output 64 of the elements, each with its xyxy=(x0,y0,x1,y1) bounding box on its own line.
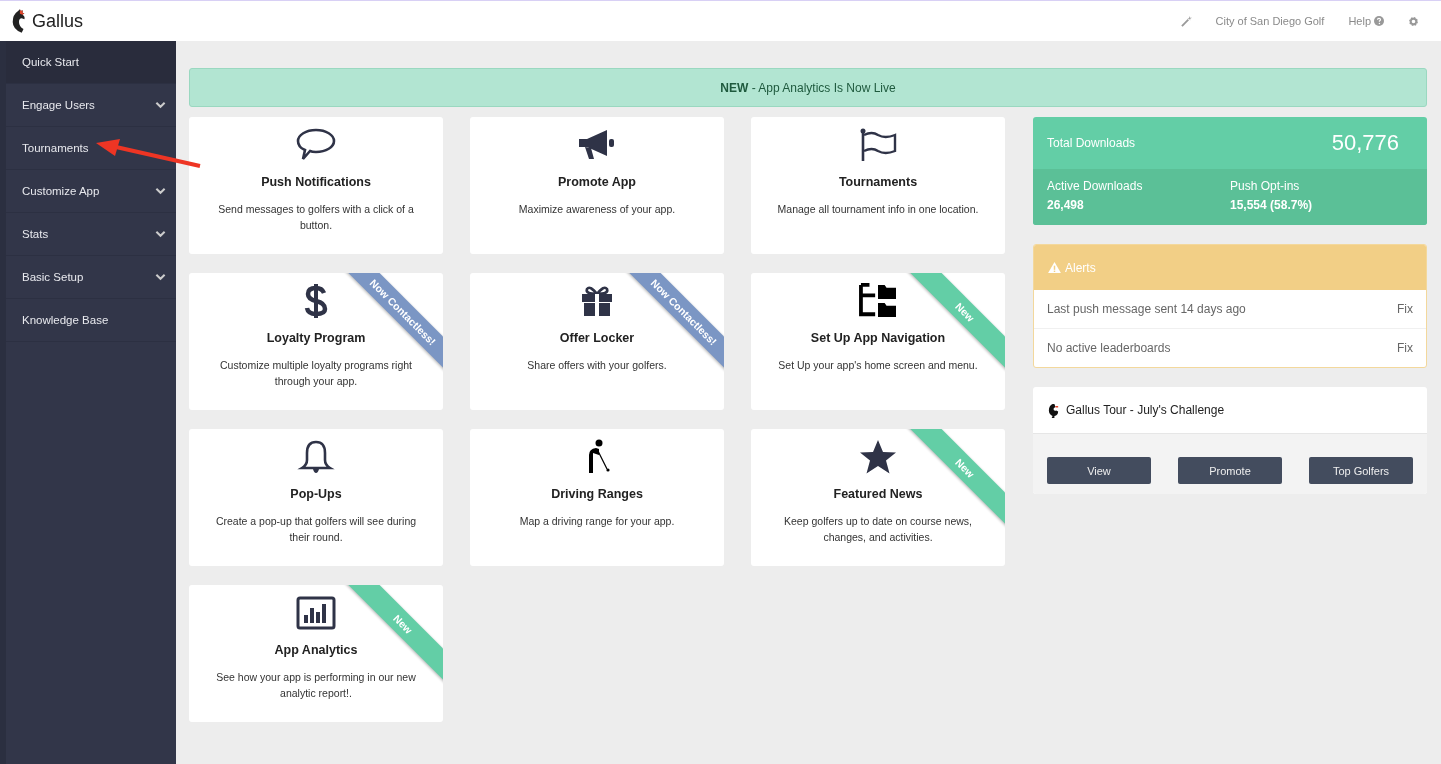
feature-card[interactable]: Push Notifications Send messages to golfers with a click of a button. xyxy=(189,117,443,254)
card-description: Keep golfers up to date on course news, changes, and activities. xyxy=(783,514,973,545)
chevron-down-icon xyxy=(155,230,166,238)
feature-card[interactable]: Promote App Maximize awareness of your app. xyxy=(470,117,724,254)
stat-value: 50,776 xyxy=(1331,130,1399,156)
folder-tree-icon xyxy=(857,283,899,319)
tour-action-button[interactable]: View xyxy=(1047,457,1151,484)
chevron-down-icon xyxy=(155,101,166,109)
alert-text: No active leaderboards xyxy=(1047,341,1171,355)
card-description: Maximize awareness of your app. xyxy=(518,202,676,217)
sidebar-item[interactable]: Knowledge Base xyxy=(6,299,176,342)
bar-chart-icon xyxy=(296,595,336,631)
card-title: Driving Ranges xyxy=(551,487,643,501)
card-description: Set Up your app's home screen and menu. xyxy=(778,358,978,373)
settings-icon[interactable] xyxy=(1408,15,1419,27)
stat-value: 15,554 (58.7%) xyxy=(1230,198,1314,212)
card-description: See how your app is performing in our new analytic report!. xyxy=(215,670,417,701)
card-title: App Analytics xyxy=(274,643,358,657)
sidebar-item[interactable]: Quick Start xyxy=(6,41,176,84)
flag-icon xyxy=(858,127,898,163)
warning-icon xyxy=(1048,262,1061,273)
fix-link[interactable]: Fix xyxy=(1397,302,1413,316)
tour-title: Gallus Tour - July's Challenge xyxy=(1066,403,1225,417)
fix-link[interactable]: Fix xyxy=(1397,341,1413,355)
card-title: Offer Locker xyxy=(559,331,635,345)
sidebar-item[interactable]: Stats xyxy=(6,213,176,256)
feature-card[interactable]: Driving Ranges Map a driving range for your app. xyxy=(470,429,724,566)
chevron-down-icon xyxy=(155,273,166,281)
card-title: Pop-Ups xyxy=(290,487,342,501)
bell-icon xyxy=(296,439,336,475)
announcement-banner: NEW - App Analytics Is Now Live xyxy=(189,68,1427,107)
card-title: Promote App xyxy=(558,175,636,189)
star-icon xyxy=(858,439,898,475)
alert-text: Last push message sent 14 days ago xyxy=(1047,302,1246,316)
sidebar-item[interactable]: Engage Users xyxy=(6,84,176,127)
stat-label: Total Downloads xyxy=(1047,136,1136,150)
card-title: Featured News xyxy=(833,487,923,501)
sidebar-item[interactable]: Basic Setup xyxy=(6,256,176,299)
tour-action-button[interactable]: Top Golfers xyxy=(1309,457,1413,484)
stat-value: 26,498 xyxy=(1047,198,1085,212)
card-title: Loyalty Program xyxy=(266,331,366,345)
card-description: Manage all tournament info in one location. xyxy=(777,202,979,217)
card-description: Share offers with your golfers. xyxy=(527,358,667,373)
feature-card[interactable]: Pop-Ups Create a pop-up that golfers will see during their round. xyxy=(189,429,443,566)
chevron-down-icon xyxy=(155,187,166,195)
card-title: Set Up App Navigation xyxy=(810,331,946,345)
card-description: Send messages to golfers with a click of a button. xyxy=(217,202,415,233)
card-title: Push Notifications xyxy=(261,175,371,189)
sidebar-item[interactable]: Customize App xyxy=(6,170,176,213)
card-description: Customize multiple loyalty programs right through your app. xyxy=(219,358,413,389)
alerts-title: Alerts xyxy=(1065,260,1096,275)
tour-action-button[interactable]: Promote xyxy=(1178,457,1282,484)
help-icon[interactable] xyxy=(1374,16,1384,26)
card-description: Create a pop-up that golfers will see during their round. xyxy=(214,514,418,545)
stat-label: Push Opt-ins xyxy=(1230,179,1301,193)
feature-card[interactable]: Tournaments Manage all tournament info in one location. xyxy=(751,117,1005,254)
stat-label: Active Downloads xyxy=(1047,179,1144,193)
account-link[interactable]: City of San Diego Golf xyxy=(1215,15,1325,27)
speech-bubble-icon xyxy=(296,127,336,163)
card-description: Map a driving range for your app. xyxy=(519,514,675,529)
help-link[interactable]: Help xyxy=(1348,15,1371,27)
brand-name[interactable]: Gallus xyxy=(32,10,84,32)
card-title: Tournaments xyxy=(838,175,918,189)
wand-icon[interactable] xyxy=(1180,15,1192,27)
